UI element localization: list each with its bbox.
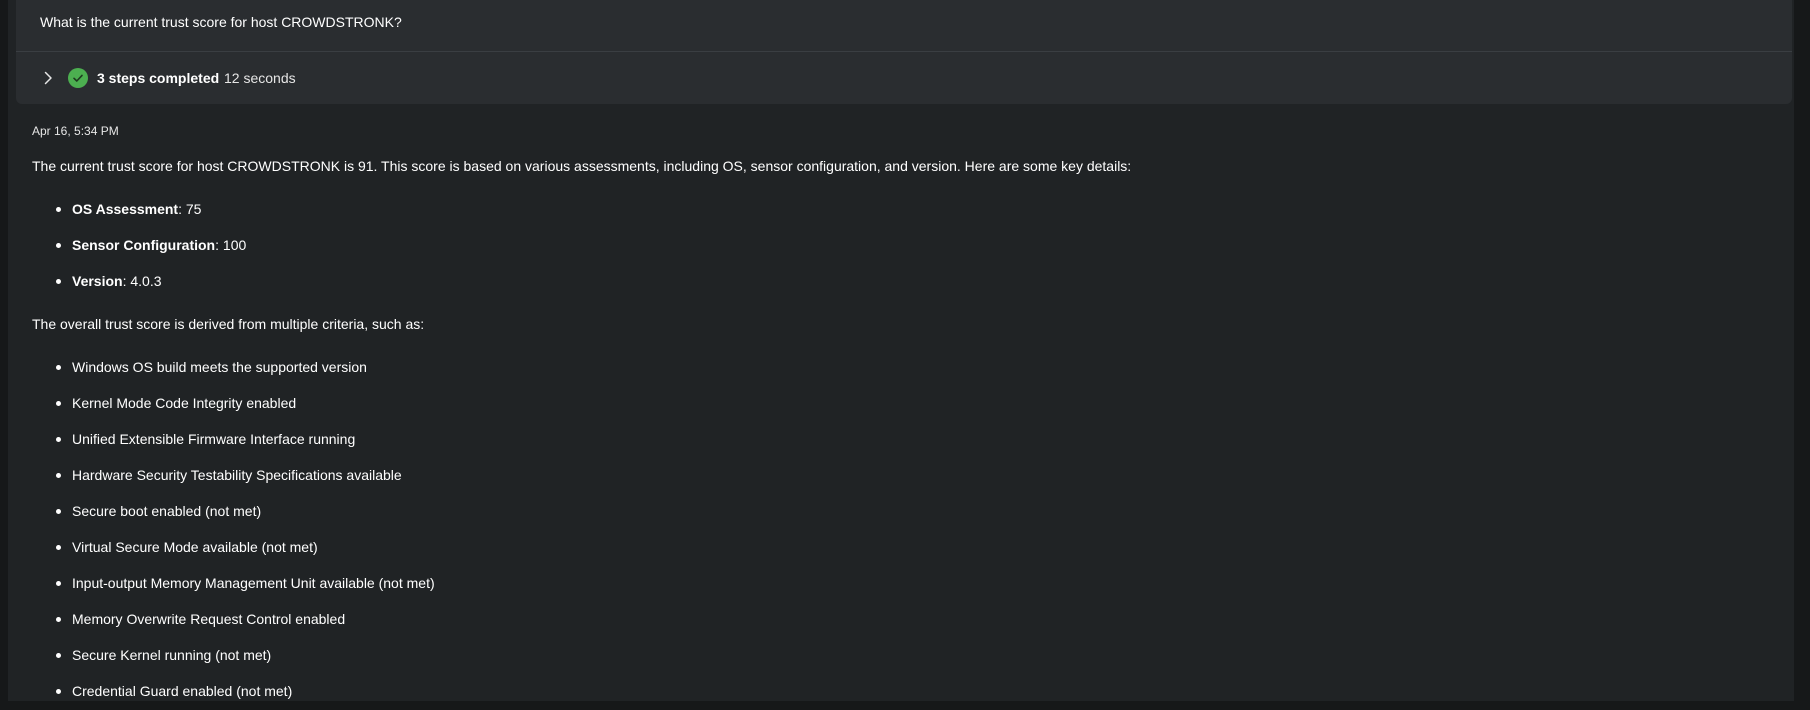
list-item: Hardware Security Testability Specificat… [32,466,435,502]
list-item: Sensor Configuration: 100 [32,236,246,272]
detail-key: OS Assessment [72,201,179,217]
detail-key: Version [72,273,123,289]
list-item: Virtual Secure Mode available (not met) [32,538,435,574]
query-card: What is the current trust score for host… [16,0,1792,104]
list-item: Memory Overwrite Request Control enabled [32,610,435,646]
list-item: OS Assessment: 75 [32,200,246,236]
steps-completed-label: 3 steps completed [97,70,220,86]
details-list: OS Assessment: 75 Sensor Configuration: … [32,200,246,308]
detail-value: : 100 [215,237,247,253]
steps-duration: 12 seconds [224,70,296,86]
list-item: Input-output Memory Management Unit avai… [32,574,435,610]
chat-panel: What is the current trust score for host… [8,0,1794,701]
criteria-list: Windows OS build meets the supported ver… [32,358,435,701]
list-item: Credential Guard enabled (not met) [32,682,435,701]
detail-key: Sensor Configuration [72,237,216,253]
list-item: Secure Kernel running (not met) [32,646,435,682]
list-item: Secure boot enabled (not met) [32,502,435,538]
list-item: Version: 4.0.3 [32,272,246,308]
detail-value: : 4.0.3 [122,273,162,289]
list-item: Kernel Mode Code Integrity enabled [32,394,435,430]
steps-summary[interactable]: 3 steps completed 12 seconds [16,52,1792,104]
list-item: Windows OS build meets the supported ver… [32,358,435,394]
chevron-right-icon[interactable] [40,70,56,86]
response-intro: The current trust score for host CROWDST… [32,158,1132,174]
response-timestamp: Apr 16, 5:34 PM [32,124,119,138]
user-question: What is the current trust score for host… [40,14,402,30]
list-item: Unified Extensible Firmware Interface ru… [32,430,435,466]
check-circle-icon [68,68,88,88]
detail-value: : 75 [178,201,202,217]
criteria-intro: The overall trust score is derived from … [32,316,425,332]
